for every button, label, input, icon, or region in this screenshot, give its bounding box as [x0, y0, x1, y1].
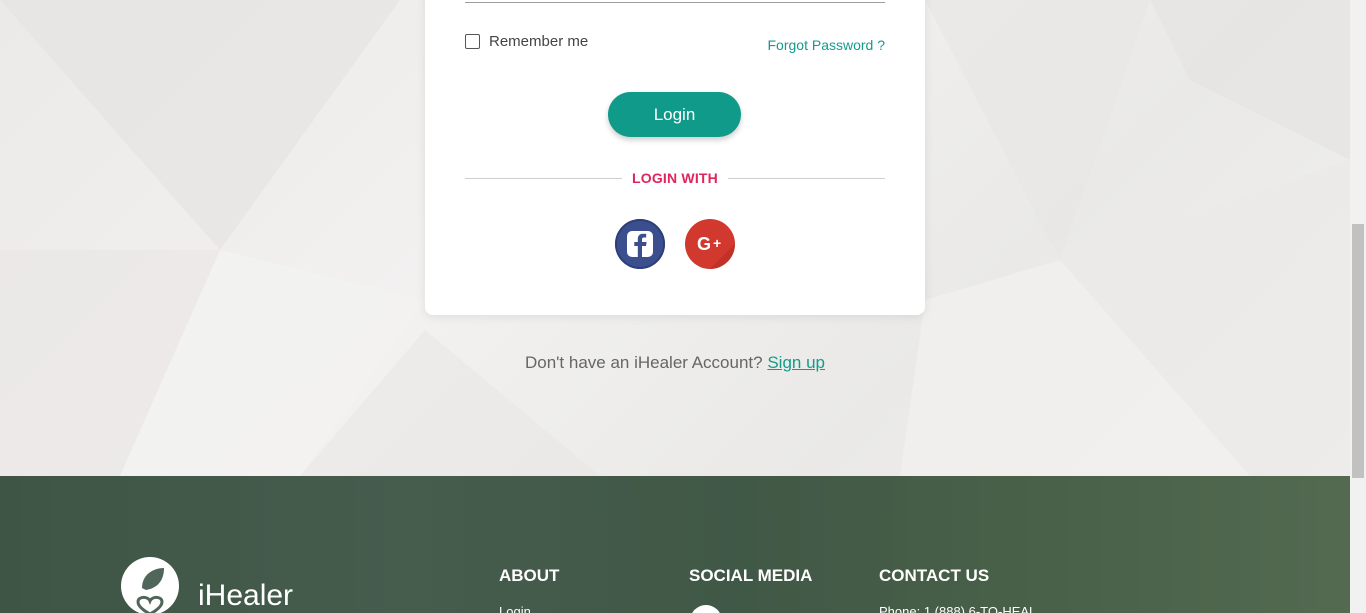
divider-line-left — [465, 177, 622, 179]
forgot-password-link[interactable]: Forgot Password ? — [768, 37, 886, 53]
footer-about-link[interactable]: Login — [499, 604, 531, 613]
login-with-label: LOGIN WITH — [632, 170, 718, 186]
footer: iHealer ABOUT Login SOCIAL MEDIA CONTACT… — [0, 476, 1350, 613]
google-plus-login-button[interactable]: G + — [685, 219, 735, 269]
signup-row: Don't have an iHealer Account? Sign up — [0, 353, 1350, 373]
footer-contact-title: CONTACT US — [879, 566, 990, 585]
svg-text:+: + — [713, 235, 721, 251]
facebook-login-button[interactable] — [615, 219, 665, 269]
password-field-underline[interactable] — [465, 2, 885, 3]
page-scrollbar[interactable] — [1350, 0, 1366, 613]
remember-me-label: Remember me — [489, 33, 589, 50]
svg-text:G: G — [697, 234, 711, 254]
checkbox-box[interactable] — [465, 34, 480, 49]
scrollbar-thumb[interactable] — [1352, 224, 1364, 478]
footer-about-title: ABOUT — [499, 566, 560, 585]
divider-line-right — [728, 177, 885, 179]
signup-prompt: Don't have an iHealer Account? — [524, 353, 763, 372]
ihealer-logo-icon — [121, 557, 179, 613]
login-with-divider: LOGIN WITH — [465, 168, 885, 188]
footer-logo[interactable]: iHealer — [120, 556, 293, 613]
google-plus-icon: G + — [697, 234, 735, 269]
signup-link[interactable]: Sign up — [767, 353, 825, 372]
footer-social-title: SOCIAL MEDIA — [689, 566, 813, 585]
login-card: Remember me Forgot Password ? Login LOGI… — [425, 0, 925, 315]
remember-me-checkbox[interactable]: Remember me — [465, 33, 588, 50]
footer-contact-phone: Phone: 1 (888) 6-TO-HEAL — [879, 604, 1037, 613]
footer-brand-name: iHealer — [198, 579, 294, 612]
facebook-icon — [627, 231, 653, 257]
login-button[interactable]: Login — [608, 92, 741, 137]
